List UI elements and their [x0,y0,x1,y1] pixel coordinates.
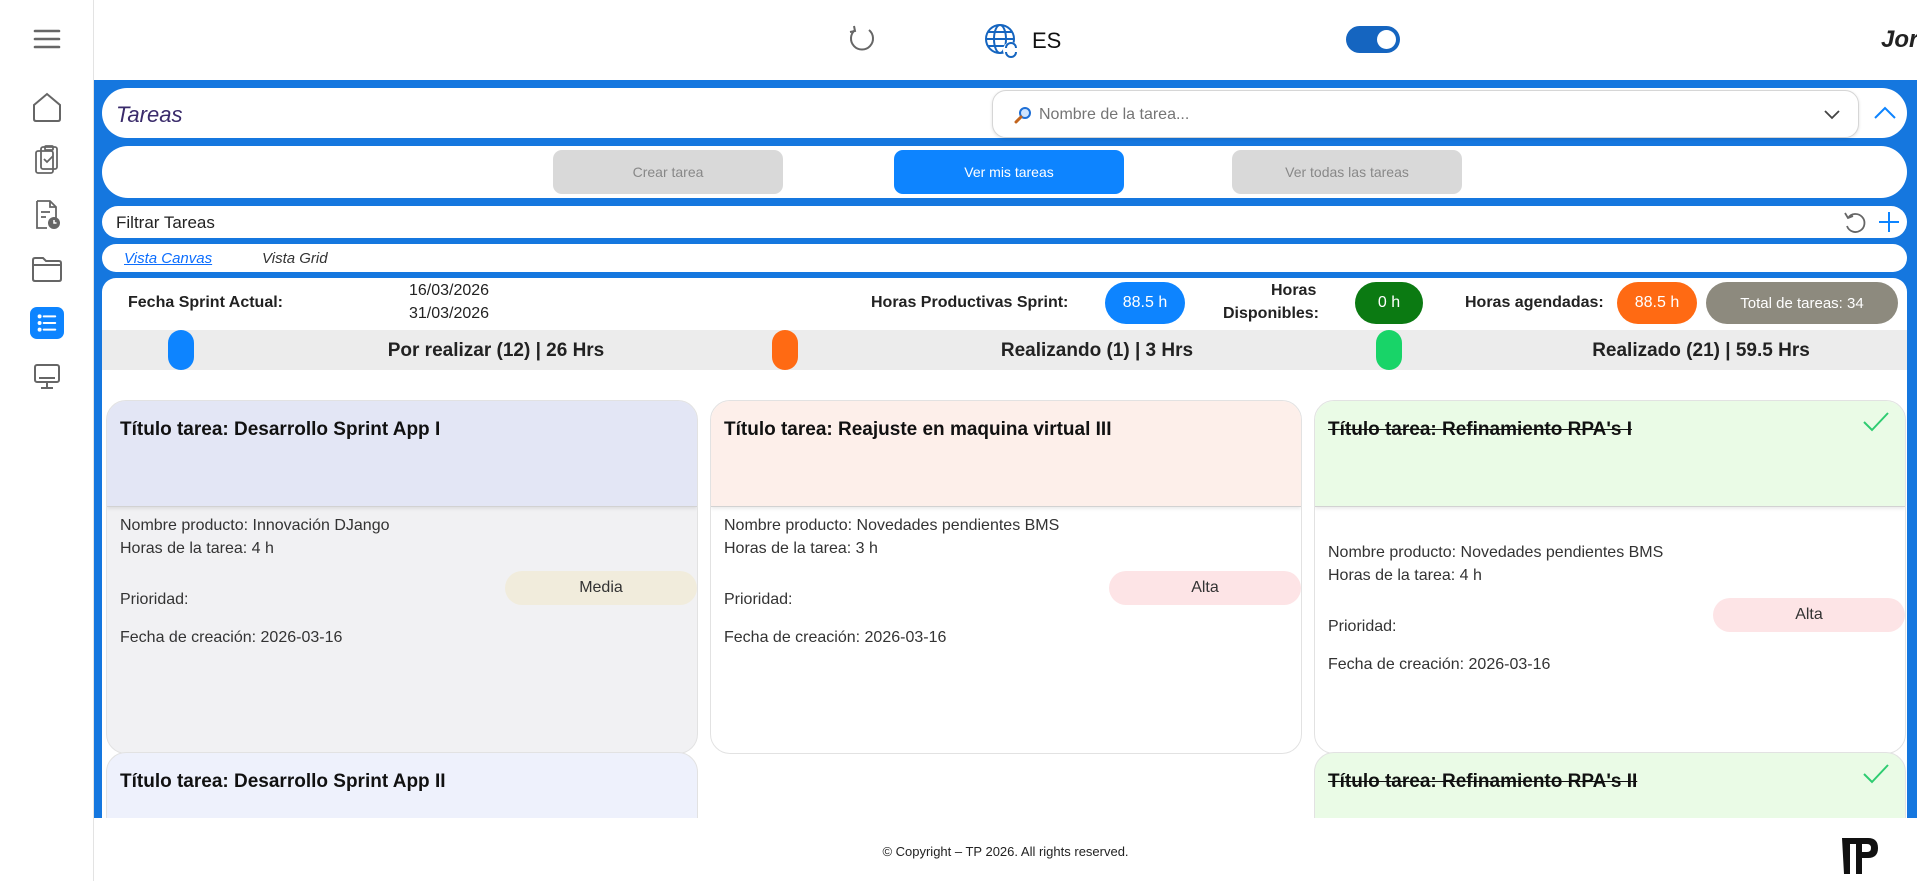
sprint-summary: Fecha Sprint Actual: 16/03/2026 31/03/20… [102,278,1907,328]
my-tasks-button[interactable]: Ver mis tareas [894,150,1124,194]
column-indicator-done [1376,330,1402,370]
all-tasks-button[interactable]: Ver todas las tareas [1232,150,1462,194]
task-search[interactable] [992,90,1859,138]
card-product: Nombre producto: Innovación DJango [120,517,390,534]
monitor-icon[interactable] [28,358,66,396]
content-frame: Tareas Crear tarea Ver mis tareas Ver to… [94,80,1917,818]
tab-grid-view[interactable]: Vista Grid [262,250,328,267]
card-product: Nombre producto: Novedades pendientes BM… [724,517,1060,534]
undo-icon[interactable] [1842,209,1868,235]
language-label[interactable]: ES [1032,28,1061,54]
card-priority-label: Prioridad: [1328,618,1397,635]
card-title: Título tarea: Refinamiento RPA's I [1328,419,1632,440]
document-clock-icon[interactable] [28,196,66,234]
check-icon [1863,764,1889,784]
card-priority-label: Prioridad: [724,591,793,608]
search-input[interactable] [1039,103,1799,127]
sprint-end-date: 31/03/2026 [409,305,490,322]
search-icon [1014,107,1031,124]
title-panel: Tareas [102,88,1907,138]
card-title: Título tarea: Reajuste en maquina virtua… [724,419,1112,440]
task-card[interactable]: Título tarea: Refinamiento RPA's II [1314,752,1906,818]
card-header: Título tarea: Reajuste en maquina virtua… [711,401,1301,507]
filter-panel[interactable]: Filtrar Tareas [102,206,1907,238]
card-title: Título tarea: Refinamiento RPA's II [1328,771,1638,792]
footer: © Copyright – TP 2026. All rights reserv… [94,818,1917,881]
chevron-down-icon[interactable] [1822,106,1842,124]
kanban-column-headers: Por realizar (12) | 26 Hrs Realizando (1… [102,330,1907,370]
card-header: Título tarea: Refinamiento RPA's I [1315,401,1905,507]
productive-hours-label: Horas Productivas Sprint: [871,294,1069,311]
priority-badge: Media [505,571,697,605]
tab-canvas-view[interactable]: Vista Canvas [124,250,212,267]
task-card[interactable]: Título tarea: Desarrollo Sprint App I No… [106,400,698,754]
check-icon [1863,412,1889,432]
available-hours-badge: 0 h [1355,282,1423,324]
column-indicator-todo [168,330,194,370]
card-hours: Horas de la tarea: 3 h [724,540,878,557]
sprint-start-date: 16/03/2026 [409,282,490,299]
scheduled-hours-label: Horas agendadas: [1465,294,1604,311]
total-tasks-badge: Total de tareas: 34 [1706,282,1898,324]
filter-label: Filtrar Tareas [116,213,215,232]
theme-toggle[interactable] [1346,26,1400,53]
page-title: Tareas [116,102,183,127]
card-created-date: Fecha de creación: 2026-03-16 [724,629,947,646]
action-buttons-panel: Crear tarea Ver mis tareas Ver todas las… [102,146,1907,198]
column-title-doing: Realizando (1) | 3 Hrs [1000,340,1194,361]
card-hours: Horas de la tarea: 4 h [120,540,274,557]
card-created-date: Fecha de creación: 2026-03-16 [1328,656,1551,673]
view-switch-panel: Vista Canvas Vista Grid [102,244,1907,272]
globe-language-icon[interactable] [983,22,1021,60]
task-card[interactable]: Título tarea: Desarrollo Sprint App II [106,752,698,818]
column-title-done: Realizado (21) | 59.5 Hrs [1592,340,1810,361]
hamburger-menu-icon[interactable] [28,20,66,58]
card-title: Título tarea: Desarrollo Sprint App I [120,419,441,440]
sprint-date-label: Fecha Sprint Actual: [128,294,283,311]
task-card[interactable]: Título tarea: Refinamiento RPA's I Nombr… [1314,400,1906,754]
column-title-todo: Por realizar (12) | 26 Hrs [387,340,605,361]
plus-icon[interactable] [1876,209,1902,235]
card-header: Título tarea: Desarrollo Sprint App I [107,401,697,507]
toggle-knob [1377,30,1396,49]
board-panel: Fecha Sprint Actual: 16/03/2026 31/03/20… [102,278,1907,818]
priority-badge: Alta [1109,571,1301,605]
available-hours-label-2: Disponibles: [1223,305,1320,322]
priority-badge: Alta [1713,598,1905,632]
available-hours-label-1: Horas [1271,282,1317,299]
chevron-up-icon[interactable] [1870,98,1900,128]
column-indicator-doing [772,330,798,370]
card-product: Nombre producto: Novedades pendientes BM… [1328,544,1664,561]
home-icon[interactable] [28,88,66,126]
clipboard-check-icon[interactable] [28,142,66,180]
card-hours: Horas de la tarea: 4 h [1328,567,1482,584]
sidebar [0,0,94,881]
tp-logo-icon [1842,838,1878,874]
card-title: Título tarea: Desarrollo Sprint App II [120,771,446,792]
task-card[interactable]: Título tarea: Reajuste en maquina virtua… [710,400,1302,754]
folder-icon[interactable] [28,250,66,288]
refresh-icon[interactable] [847,24,877,54]
top-header: ES Jorge [94,0,1917,80]
create-task-button[interactable]: Crear tarea [553,150,783,194]
productive-hours-badge: 88.5 h [1105,282,1185,324]
user-name: Jorge [1881,26,1917,53]
card-priority-label: Prioridad: [120,591,189,608]
copyright-text: © Copyright – TP 2026. All rights reserv… [882,844,1129,859]
scheduled-hours-badge: 88.5 h [1617,282,1697,324]
task-list-icon[interactable] [30,307,64,339]
card-created-date: Fecha de creación: 2026-03-16 [120,629,343,646]
